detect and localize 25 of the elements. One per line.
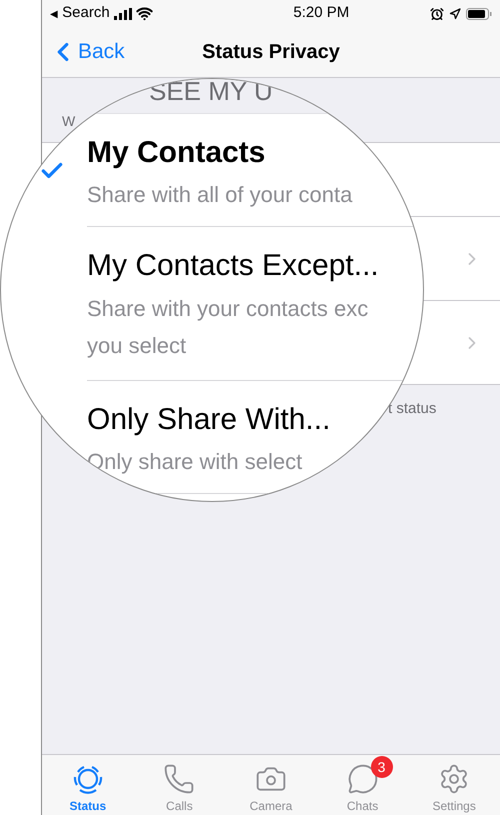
tab-item[interactable]: 3 Chats [316,755,408,815]
alarm-icon [430,6,444,20]
option-title[interactable]: My Contacts [87,135,266,171]
battery-icon [466,8,492,20]
option-title[interactable]: My Contacts Except... [87,248,379,284]
tab-item[interactable]: Settings [408,755,500,815]
tab-item[interactable]: Status [42,755,134,815]
option-description: Share with all of your conta [87,181,352,209]
back-app-link[interactable]: ◀ Search [50,2,110,25]
status-ring-icon [72,763,104,795]
signal-icon [114,8,132,20]
option-title[interactable]: Only Share With... [87,402,330,438]
section-header: W [62,112,76,130]
tab-item[interactable]: Calls [134,755,226,815]
tab-item[interactable]: Camera [225,755,317,815]
phone-icon [163,763,196,795]
option-description: Share with your contacts exc [87,295,368,323]
clock-time: 5:20 PM [293,3,350,24]
chat-bubble-icon [346,763,379,795]
option-description: you select [87,332,186,360]
location-arrow-icon [448,8,461,20]
unread-badge: 3 [370,756,393,778]
wifi-icon [136,5,153,22]
back-button[interactable]: Back [42,36,125,68]
page-title: Status Privacy [202,40,340,65]
